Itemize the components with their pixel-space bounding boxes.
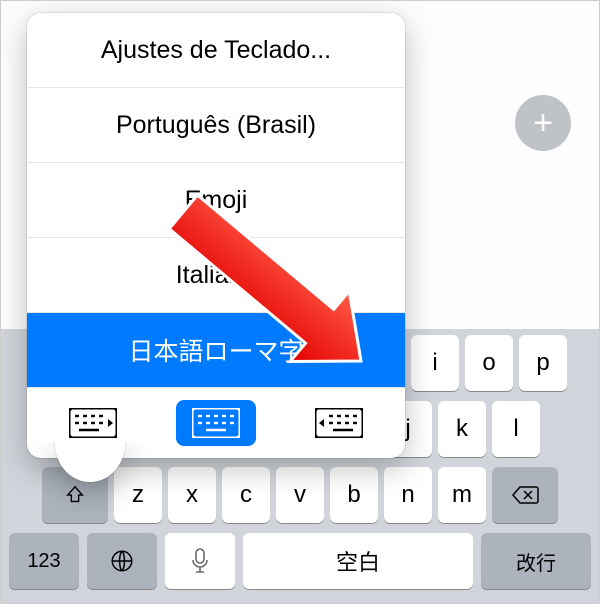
keyboard-mode-full[interactable] (176, 400, 256, 446)
keyboard-row-bottom: 123 空白 改行 (1, 533, 599, 603)
shift-icon (64, 484, 86, 506)
key-mic[interactable] (165, 533, 235, 589)
delete-icon (511, 485, 539, 505)
key-globe[interactable] (87, 533, 157, 589)
key-i[interactable]: i (411, 335, 459, 391)
key-l[interactable]: l (492, 401, 540, 457)
key-return[interactable]: 改行 (481, 533, 591, 589)
popover-item-keyboard-settings[interactable]: Ajustes de Teclado... (27, 13, 405, 87)
key-z[interactable]: z (114, 467, 162, 523)
key-k[interactable]: k (438, 401, 486, 457)
popover-item-portuguese[interactable]: Português (Brasil) (27, 87, 405, 162)
keyboard-switcher-popover: Ajustes de Teclado... Português (Brasil)… (27, 13, 405, 458)
add-button[interactable]: + (515, 95, 571, 151)
keyboard-left-icon (69, 408, 117, 438)
key-n[interactable]: n (384, 467, 432, 523)
popover-item-italiano[interactable]: Italiano (27, 237, 405, 312)
keyboard-full-icon (192, 408, 240, 438)
key-p[interactable]: p (519, 335, 567, 391)
keyboard-mode-left[interactable] (53, 400, 133, 446)
popover-item-japanese-romaji[interactable]: 日本語ローマ字 (27, 312, 405, 387)
plus-icon: + (533, 106, 553, 140)
globe-icon (109, 548, 135, 574)
key-delete[interactable] (492, 467, 558, 523)
popover-item-emoji[interactable]: Emoji (27, 162, 405, 237)
key-numeric[interactable]: 123 (9, 533, 79, 589)
keyboard-mode-right[interactable] (299, 400, 379, 446)
key-o[interactable]: o (465, 335, 513, 391)
mic-icon (191, 548, 209, 574)
key-v[interactable]: v (276, 467, 324, 523)
keyboard-right-icon (315, 408, 363, 438)
key-m[interactable]: m (438, 467, 486, 523)
key-b[interactable]: b (330, 467, 378, 523)
key-c[interactable]: c (222, 467, 270, 523)
key-space[interactable]: 空白 (243, 533, 473, 589)
key-x[interactable]: x (168, 467, 216, 523)
